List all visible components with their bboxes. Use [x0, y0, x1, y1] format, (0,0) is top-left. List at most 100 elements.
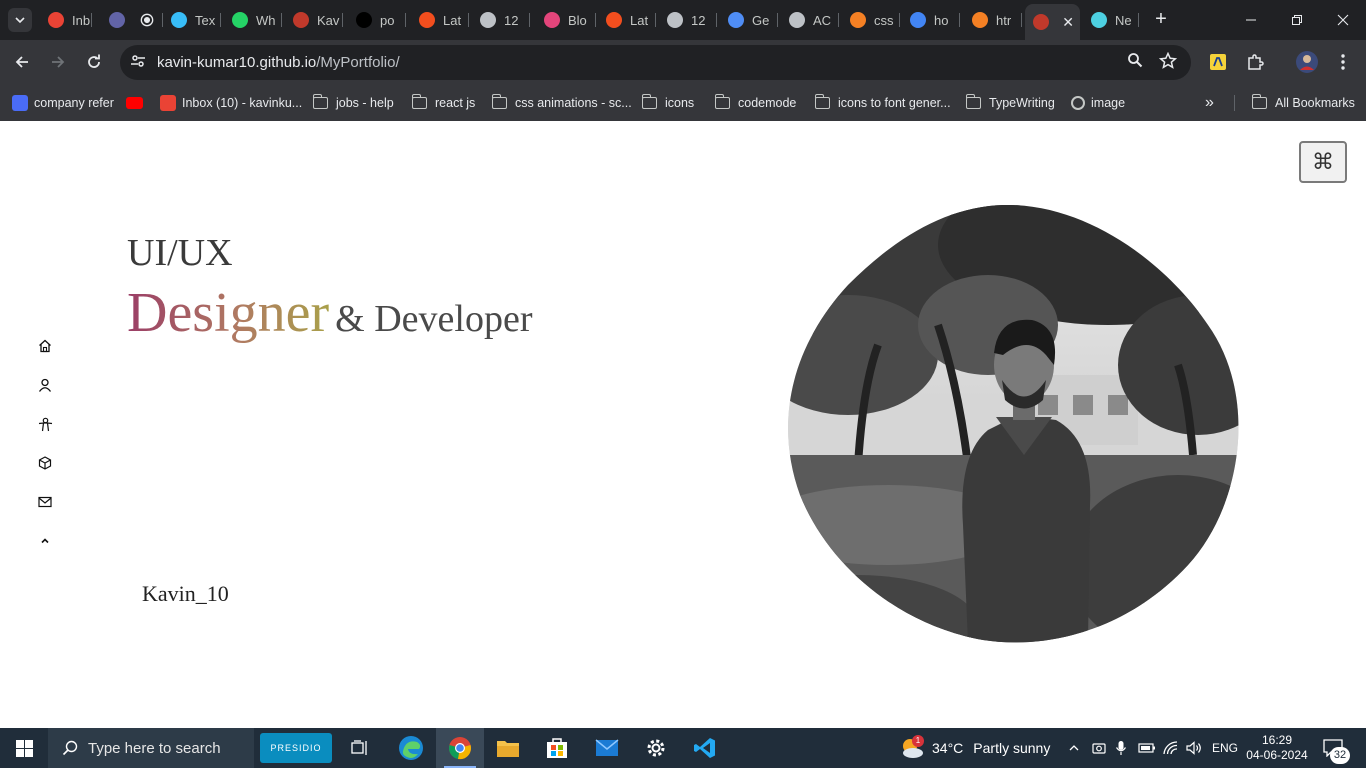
volume-icon — [1186, 741, 1201, 755]
weather-widget[interactable]: 1 34°C Partly sunny — [899, 728, 1050, 768]
folder-icon — [411, 94, 427, 109]
mail-icon — [595, 739, 619, 756]
browser-tab[interactable]: Tex — [163, 6, 221, 34]
tray-microphone[interactable] — [1115, 728, 1127, 768]
browser-tab[interactable]: Lat — [411, 6, 469, 34]
folder-icon — [491, 94, 507, 109]
nav-home[interactable] — [36, 337, 54, 355]
record-icon — [140, 13, 154, 27]
browser-tab[interactable]: htr — [964, 6, 1022, 34]
tray-wifi[interactable] — [1163, 728, 1179, 768]
nav-contact[interactable] — [36, 493, 54, 511]
taskbar-file-explorer[interactable] — [484, 728, 532, 768]
nav-scroll-top[interactable] — [36, 532, 54, 550]
hero-title-line2: Designer & Developer — [127, 281, 532, 345]
bookmark-star-icon[interactable] — [1158, 51, 1178, 72]
taskbar-settings[interactable] — [632, 728, 680, 768]
zoom-icon[interactable] — [1125, 52, 1145, 72]
browser-tab[interactable]: 12 — [472, 6, 530, 34]
tray-battery[interactable] — [1138, 728, 1156, 768]
tab-search-button[interactable] — [8, 8, 32, 32]
bookmark-item[interactable]: Inbox (10) - kavinku... — [160, 93, 302, 113]
address-bar[interactable]: kavin-kumar10.github.io/MyPortfolio/ — [120, 45, 1191, 80]
bookmark-item[interactable]: company refer — [12, 93, 114, 113]
bookmark-item[interactable]: icons — [641, 93, 694, 113]
chrome-menu-icon[interactable] — [1331, 50, 1355, 74]
bookmark-item[interactable]: css animations - sc... — [491, 93, 632, 113]
bookmark-item[interactable]: icons to font gener... — [814, 93, 951, 113]
forward-button[interactable] — [46, 50, 70, 74]
notification-center[interactable]: 32 — [1323, 728, 1350, 768]
nav-skills[interactable] — [36, 415, 54, 433]
chrome-icon — [449, 737, 471, 760]
browser-tab[interactable]: Ge — [720, 6, 778, 34]
bookmark-item[interactable]: TypeWriting — [965, 93, 1055, 113]
browser-tab[interactable]: AC — [781, 6, 839, 34]
tab-close-button[interactable]: ✕ — [1062, 14, 1074, 31]
taskbar-store[interactable] — [533, 728, 581, 768]
new-tab-button[interactable]: + — [1150, 6, 1172, 34]
folder-icon — [814, 94, 830, 109]
browser-tab[interactable]: Lat — [598, 6, 656, 34]
chevron-up-icon — [41, 538, 49, 544]
weather-badge: 1 — [912, 735, 924, 747]
tab-label: css — [874, 12, 894, 28]
start-button[interactable] — [0, 728, 48, 768]
minimize-button[interactable] — [1228, 0, 1274, 40]
bookmark-item[interactable]: codemode — [714, 93, 796, 113]
taskbar-mail[interactable] — [583, 728, 631, 768]
tray-camera[interactable] — [1092, 728, 1106, 768]
taskbar-chrome[interactable] — [436, 728, 484, 768]
browser-tab[interactable]: ✕ — [1025, 4, 1080, 40]
task-view-button[interactable] — [336, 728, 384, 768]
browser-tab[interactable]: ho — [902, 6, 960, 34]
command-palette-button[interactable]: ⌘ — [1299, 141, 1347, 183]
taskbar-search[interactable]: Type here to search — [48, 728, 254, 768]
gemini-icon — [728, 12, 744, 28]
close-window-button[interactable] — [1320, 0, 1366, 40]
youtube-icon — [126, 97, 143, 109]
presidio-label: PRESIDIO — [270, 743, 322, 753]
restore-button[interactable] — [1274, 0, 1320, 40]
bookmark-item[interactable]: react js — [411, 93, 475, 113]
command-icon: ⌘ — [1312, 149, 1334, 175]
tray-clock[interactable]: 16:29 04-06-2024 — [1246, 728, 1308, 768]
clock-time: 16:29 — [1261, 733, 1293, 747]
bookmark-item[interactable]: jobs - help — [312, 93, 394, 113]
site-info-icon[interactable] — [129, 53, 147, 71]
nav-projects[interactable] — [36, 454, 54, 472]
bookmark-label: TypeWriting — [989, 96, 1055, 110]
tab-label: AC — [813, 12, 832, 28]
browser-tab[interactable]: Ne — [1083, 6, 1139, 34]
back-button[interactable] — [10, 50, 34, 74]
tray-volume[interactable] — [1186, 728, 1202, 768]
teams-icon — [109, 12, 125, 28]
bookmark-item[interactable] — [126, 93, 149, 113]
bookmarks-overflow-button[interactable]: » — [1205, 93, 1214, 113]
browser-tab[interactable]: Blo — [536, 6, 596, 34]
all-bookmarks-button[interactable]: All Bookmarks — [1251, 93, 1355, 113]
taskbar-edge[interactable] — [387, 728, 435, 768]
weather-desc: Partly sunny — [973, 740, 1051, 756]
browser-tab[interactable]: css — [842, 6, 900, 34]
globe-icon — [480, 12, 496, 28]
bookmark-item[interactable]: image — [1071, 93, 1125, 113]
taskbar-vscode[interactable] — [681, 728, 729, 768]
reload-button[interactable] — [82, 50, 106, 74]
browser-tab[interactable]: Wh — [224, 6, 282, 34]
browser-tab[interactable]: Kav — [285, 6, 343, 34]
presidio-app[interactable]: PRESIDIO — [260, 733, 332, 763]
hero-title-line1: UI/UX — [127, 232, 233, 274]
battery-icon — [1138, 743, 1155, 753]
tray-language[interactable]: ENG — [1212, 728, 1238, 768]
browser-tab[interactable]: po — [348, 6, 406, 34]
nav-about[interactable] — [36, 376, 54, 394]
extensions-puzzle-icon[interactable] — [1243, 50, 1267, 74]
tab-label: Ne — [1115, 12, 1132, 28]
tray-overflow-button[interactable] — [1068, 728, 1080, 768]
browser-tab[interactable]: 12 — [659, 6, 717, 34]
extension-yellow-icon[interactable] — [1206, 50, 1230, 74]
tab-record[interactable] — [132, 6, 154, 34]
browser-tab[interactable]: Inb — [40, 6, 92, 34]
profile-avatar[interactable] — [1295, 50, 1319, 74]
